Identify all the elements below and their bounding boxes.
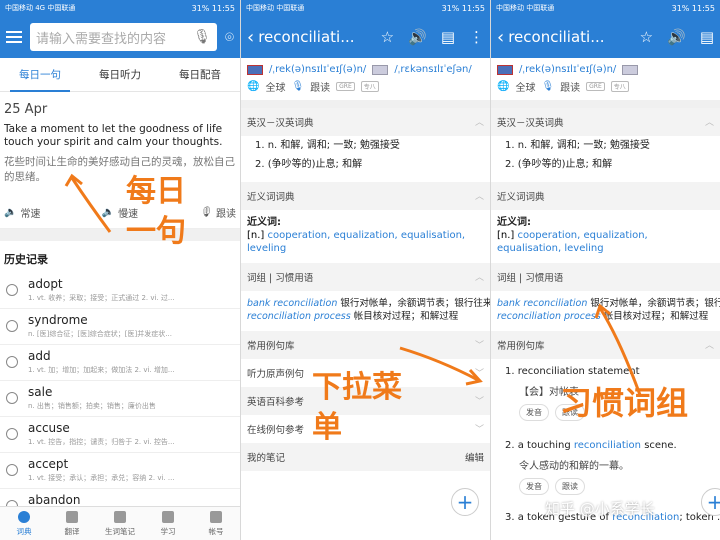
annotation-daily: 每日一句 [126, 174, 186, 249]
annotation-arrows [64, 173, 642, 396]
annotation-menu: 下拉菜单 [312, 370, 402, 445]
watermark: 知乎 @小系学长 [545, 500, 655, 518]
annotation-phrase: 习惯词组 [560, 384, 689, 422]
arrow-daily [70, 177, 112, 233]
arrow-menu [399, 346, 479, 382]
